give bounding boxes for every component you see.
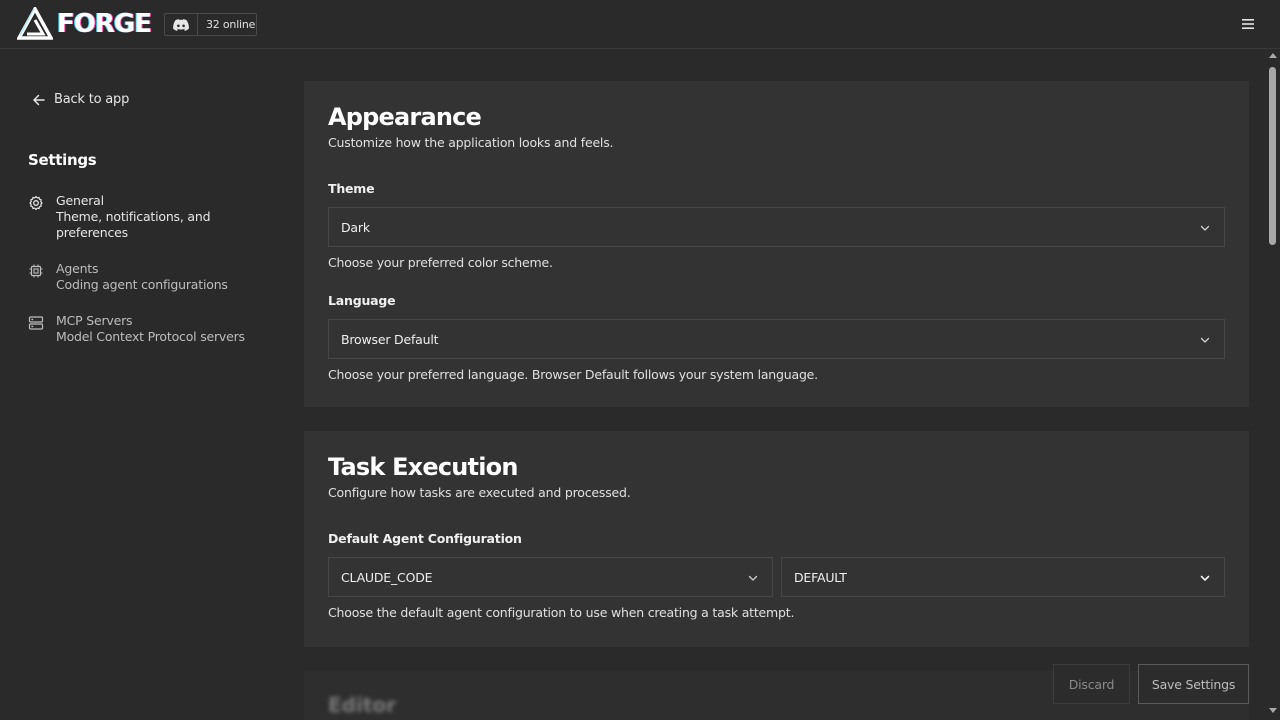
back-to-app-label: Back to app — [54, 92, 130, 107]
agent-value: CLAUDE_CODE — [341, 569, 433, 585]
settings-main: Appearance Customize how the application… — [304, 49, 1249, 720]
save-settings-button[interactable]: Save Settings — [1138, 664, 1249, 704]
cpu-icon — [29, 264, 43, 278]
discard-button[interactable]: Discard — [1053, 664, 1130, 704]
agent-variant-value: DEFAULT — [794, 569, 847, 585]
language-value: Browser Default — [341, 331, 439, 347]
language-select[interactable]: Browser Default — [328, 319, 1225, 359]
scrollbar-thumb[interactable] — [1269, 67, 1276, 245]
language-label: Language — [328, 293, 396, 308]
agent-config-help: Choose the default agent configuration t… — [328, 605, 795, 620]
sidebar-item-description: Model Context Protocol servers — [56, 329, 245, 344]
discord-online-badge[interactable]: 32 online — [164, 13, 257, 36]
discord-icon — [165, 14, 198, 35]
theme-help: Choose your preferred color scheme. — [328, 255, 553, 270]
arrow-left-icon — [33, 94, 45, 105]
agent-select[interactable]: CLAUDE_CODE — [328, 557, 773, 597]
chevron-down-icon — [1200, 575, 1210, 581]
scroll-down-arrow-icon[interactable] — [1269, 708, 1277, 714]
gear-icon — [29, 195, 43, 211]
settings-heading: Settings — [28, 151, 97, 169]
appearance-card: Appearance Customize how the application… — [304, 81, 1249, 407]
task-execution-subtitle: Configure how tasks are executed and pro… — [328, 485, 631, 500]
agent-variant-select[interactable]: DEFAULT — [781, 557, 1225, 597]
logo-text: FORGE — [57, 9, 152, 39]
appearance-subtitle: Customize how the application looks and … — [328, 135, 614, 150]
chevron-down-icon — [1200, 225, 1210, 231]
sidebar-item-description: Theme, notifications, and preferences — [56, 209, 211, 240]
editor-title: Editor — [328, 693, 396, 717]
hamburger-menu-icon — [1242, 19, 1254, 29]
appearance-title: Appearance — [328, 103, 482, 131]
hamburger-menu-button[interactable] — [1238, 14, 1258, 34]
sidebar-item-title: MCP Servers — [56, 313, 133, 328]
theme-label: Theme — [328, 181, 375, 196]
theme-value: Dark — [341, 219, 370, 235]
theme-select[interactable]: Dark — [328, 207, 1225, 247]
forge-logo[interactable]: FORGE — [17, 7, 152, 41]
chevron-down-icon — [1200, 337, 1210, 343]
top-bar: FORGE 32 online — [0, 0, 1280, 49]
agent-config-label: Default Agent Configuration — [328, 531, 522, 546]
task-execution-title: Task Execution — [328, 453, 518, 481]
page-scrollbar[interactable] — [1266, 49, 1280, 720]
sidebar-item-mcp-servers[interactable]: MCP Servers Model Context Protocol serve… — [28, 313, 258, 345]
sidebar-item-title: Agents — [56, 261, 99, 276]
online-count: 32 online — [206, 18, 256, 31]
sidebar-item-general[interactable]: General Theme, notifications, and prefer… — [28, 193, 258, 241]
server-icon — [28, 316, 44, 330]
forge-logo-icon — [17, 7, 53, 40]
task-execution-card: Task Execution Configure how tasks are e… — [304, 431, 1249, 647]
settings-sidebar: Back to app Settings General Theme, noti… — [0, 49, 290, 720]
sidebar-item-agents[interactable]: Agents Coding agent configurations — [28, 261, 258, 293]
language-help: Choose your preferred language. Browser … — [328, 367, 818, 382]
sidebar-item-description: Coding agent configurations — [56, 277, 228, 292]
sidebar-item-title: General — [56, 193, 104, 208]
back-to-app-link[interactable]: Back to app — [32, 92, 129, 107]
scroll-up-arrow-icon[interactable] — [1269, 52, 1277, 58]
chevron-down-icon — [748, 575, 758, 581]
